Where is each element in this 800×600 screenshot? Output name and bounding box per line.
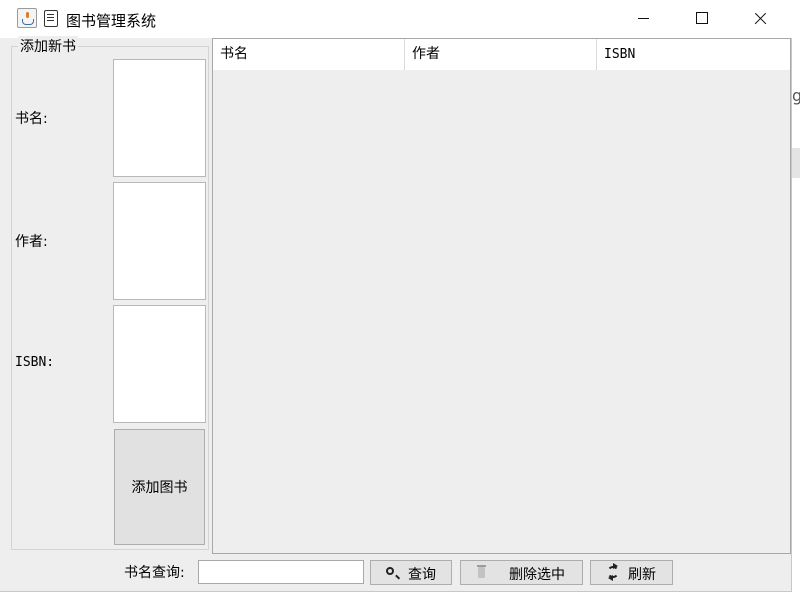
table-header: 书名 作者 ISBN [213,39,790,70]
background-edge-char: g [792,86,800,105]
app-window: 图书管理系统 添加新书 书名: 作者: ISBN: 添加图书 书名 作者 ISB… [0,0,792,592]
book-stack-icon [44,10,58,27]
search-label: 书名查询: [124,565,185,581]
close-button[interactable] [730,0,788,38]
isbn-field[interactable] [113,305,206,423]
minimize-button[interactable] [614,0,672,38]
add-book-panel-title: 添加新书 [18,36,78,56]
maximize-button[interactable] [672,0,730,38]
isbn-label: ISBN: [15,355,55,370]
author-field[interactable] [113,182,206,300]
query-button-label: 查询 [408,567,436,583]
title-field[interactable] [113,59,206,177]
title-label: 书名: [15,111,48,127]
column-header-isbn[interactable]: ISBN [597,39,790,70]
delete-selected-button[interactable]: 删除选中 [460,560,583,585]
search-input[interactable] [198,560,364,584]
refresh-button[interactable]: 刷新 [590,560,673,585]
add-book-button[interactable]: 添加图书 [114,429,205,545]
refresh-button-label: 刷新 [628,567,656,583]
window-title: 图书管理系统 [66,12,157,30]
refresh-icon [607,563,619,581]
title-bar[interactable]: 图书管理系统 [0,0,792,38]
java-cup-icon[interactable] [17,8,37,28]
column-header-author[interactable]: 作者 [405,39,597,70]
search-icon [386,567,394,575]
author-label: 作者: [15,234,48,250]
trash-icon [477,565,486,578]
book-table[interactable]: 书名 作者 ISBN [212,38,791,554]
add-book-button-label: 添加图书 [131,480,188,496]
delete-selected-button-label: 删除选中 [509,567,565,583]
background-strip [792,148,800,178]
column-header-title[interactable]: 书名 [213,39,405,70]
query-button[interactable]: 查询 [370,560,452,585]
